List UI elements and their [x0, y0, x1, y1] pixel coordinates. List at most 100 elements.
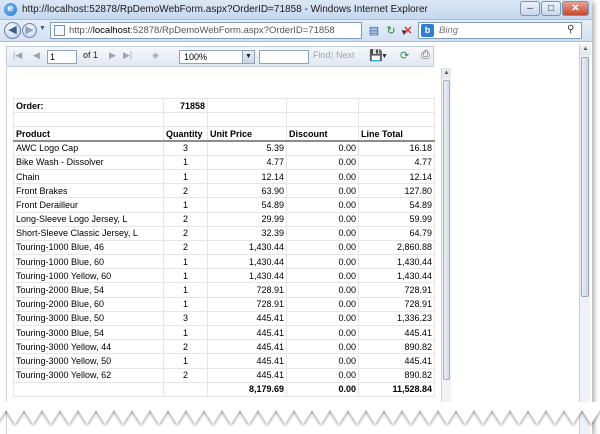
order-row: Order: 71858 — [13, 97, 435, 114]
cell-unit-price: 445.41 — [207, 353, 287, 369]
column-header-discount: Discount — [286, 126, 359, 143]
zoom-select[interactable]: 100% ▼ — [179, 50, 255, 64]
table-row: Chain 1 12.14 0.00 12.14 — [13, 168, 435, 185]
cell-discount: 0.00 — [286, 239, 359, 256]
table-row: Touring-3000 Yellow, 50 1 445.41 0.00 445.41 — [13, 353, 435, 369]
cell-unit-price: 12.14 — [207, 168, 287, 185]
address-bar[interactable]: http://localhost:52878/RpDemoWebForm.asp… — [50, 22, 408, 39]
empty-cell — [163, 381, 208, 397]
back-to-parent-icon[interactable]: ◈ — [152, 50, 159, 61]
cell-product: Touring-1000 Blue, 60 — [13, 254, 164, 270]
table-row: Touring-3000 Yellow, 62 2 445.41 0.00 890.82 — [13, 367, 435, 383]
stop-icon[interactable]: ✕ — [400, 22, 416, 39]
print-icon[interactable]: ⎙ — [421, 49, 430, 62]
minimize-button[interactable]: – — [520, 1, 540, 16]
cell-discount: 0.00 — [286, 367, 359, 383]
table-row: Touring-3000 Blue, 54 1 445.41 0.00 445.41 — [13, 324, 435, 341]
maximize-button[interactable]: □ — [541, 1, 561, 16]
cell-product: Touring-3000 Yellow, 50 — [13, 353, 164, 369]
cell-unit-price: 32.39 — [207, 225, 287, 241]
cell-quantity: 1 — [163, 168, 208, 185]
cell-product: Long-Sleeve Logo Jersey, L — [13, 211, 164, 227]
cell-discount: 0.00 — [286, 154, 359, 170]
cell-unit-price: 728.91 — [207, 296, 287, 312]
cell-product: Front Derailleur — [13, 197, 164, 213]
cell-product: Touring-3000 Yellow, 62 — [13, 367, 164, 383]
close-button[interactable]: ✕ — [562, 1, 589, 16]
empty-cell — [286, 97, 359, 114]
chevron-down-icon[interactable]: ▼ — [242, 51, 254, 63]
table-row: Touring-1000 Yellow, 60 1 1,430.44 0.00 1,43… — [13, 268, 435, 284]
forward-arrow-icon[interactable]: ▶ — [22, 23, 37, 38]
spacer-row — [13, 112, 435, 128]
cell-unit-price: 445.41 — [207, 310, 287, 327]
cell-line-total: 728.91 — [358, 296, 435, 312]
search-input[interactable]: b Bing — [418, 22, 582, 39]
find-next-link[interactable]: Next — [336, 50, 355, 60]
report-viewer-toolbar: |◀ ◀ 1 of 1 ▶ ▶| ◈ 100% ▼ Find | Next 💾 … — [6, 46, 434, 67]
cell-line-total: 59.99 — [358, 211, 435, 227]
export-dropdown-icon[interactable]: ▼ — [381, 53, 388, 60]
window-scrollbar[interactable]: ▲ — [579, 44, 591, 434]
cell-line-total: 54.89 — [358, 197, 435, 213]
cell-quantity: 2 — [163, 183, 208, 199]
history-dropdown-icon[interactable]: ▼ — [39, 25, 46, 32]
cell-quantity: 1 — [163, 197, 208, 213]
cell-product: Touring-3000 Blue, 54 — [13, 324, 164, 341]
cell-quantity: 1 — [163, 254, 208, 270]
page-icon — [54, 25, 65, 36]
search-icon[interactable]: ⚲ — [567, 24, 574, 35]
torn-edge-decoration — [0, 402, 600, 424]
navigation-bar: ◀ ▶ ▼ http://localhost:52878/RpDemoWebFo… — [0, 20, 592, 42]
window-scroll-thumb[interactable] — [581, 57, 589, 297]
cell-discount: 0.00 — [286, 282, 359, 298]
compatibility-view-icon[interactable]: ▤ — [366, 22, 382, 39]
cell-line-total: 728.91 — [358, 282, 435, 298]
total-line-total: 11,528.84 — [358, 381, 435, 397]
cell-discount: 0.00 — [286, 268, 359, 284]
cell-discount: 0.00 — [286, 225, 359, 241]
empty-cell — [163, 112, 208, 128]
cell-unit-price: 445.41 — [207, 324, 287, 341]
url-path: :52878/RpDemoWebForm.aspx?OrderID=71858 — [130, 25, 335, 36]
internet-explorer-icon: e — [4, 3, 17, 16]
last-page-icon[interactable]: ▶| — [123, 50, 132, 61]
refresh-icon[interactable]: ↻ — [383, 22, 399, 39]
url-text[interactable]: http://localhost:52878/RpDemoWebForm.asp… — [69, 25, 335, 36]
cell-discount: 0.00 — [286, 254, 359, 270]
total-unit-price: 8,179.69 — [207, 381, 287, 397]
report-scrollbar[interactable]: ▲ — [441, 68, 451, 402]
table-row: Touring-3000 Yellow, 44 2 445.41 0.00 890.82 — [13, 339, 435, 355]
search-placeholder: Bing — [439, 25, 459, 36]
back-arrow-icon[interactable]: ◀ — [4, 22, 21, 39]
order-label: Order: — [13, 97, 164, 114]
cell-unit-price: 1,430.44 — [207, 254, 287, 270]
cell-quantity: 1 — [163, 154, 208, 170]
cell-quantity: 1 — [163, 282, 208, 298]
page-number-input[interactable]: 1 — [47, 50, 77, 64]
column-header-row: Product Quantity Unit Price Discount Lin… — [13, 126, 435, 143]
cell-discount: 0.00 — [286, 168, 359, 185]
cell-unit-price: 54.89 — [207, 197, 287, 213]
report-scroll-thumb[interactable] — [443, 80, 450, 380]
column-header-unit-price: Unit Price — [207, 126, 287, 143]
cell-unit-price: 4.77 — [207, 154, 287, 170]
table-row: Bike Wash - Dissolver 1 4.77 0.00 4.77 — [13, 154, 435, 170]
cell-line-total: 1,430.44 — [358, 268, 435, 284]
empty-cell — [358, 112, 435, 128]
refresh-report-icon[interactable]: ⟳ — [400, 49, 409, 62]
table-row: Touring-3000 Blue, 50 3 445.41 0.00 1,336.23 — [13, 310, 435, 327]
table-row: Touring-1000 Blue, 60 1 1,430.44 0.00 1,430.… — [13, 254, 435, 270]
previous-page-icon[interactable]: ◀ — [33, 50, 40, 61]
find-text-input[interactable] — [259, 50, 309, 64]
scroll-up-arrow-icon[interactable]: ▲ — [442, 68, 451, 78]
url-prefix: http:// — [69, 25, 93, 36]
first-page-icon[interactable]: |◀ — [13, 50, 22, 61]
total-discount: 0.00 — [286, 381, 359, 397]
next-page-icon[interactable]: ▶ — [109, 50, 116, 61]
url-host: localhost — [92, 25, 131, 36]
empty-cell — [13, 112, 164, 128]
find-link[interactable]: Find — [313, 50, 331, 60]
cell-quantity: 1 — [163, 268, 208, 284]
scroll-up-arrow-icon[interactable]: ▲ — [580, 44, 591, 55]
